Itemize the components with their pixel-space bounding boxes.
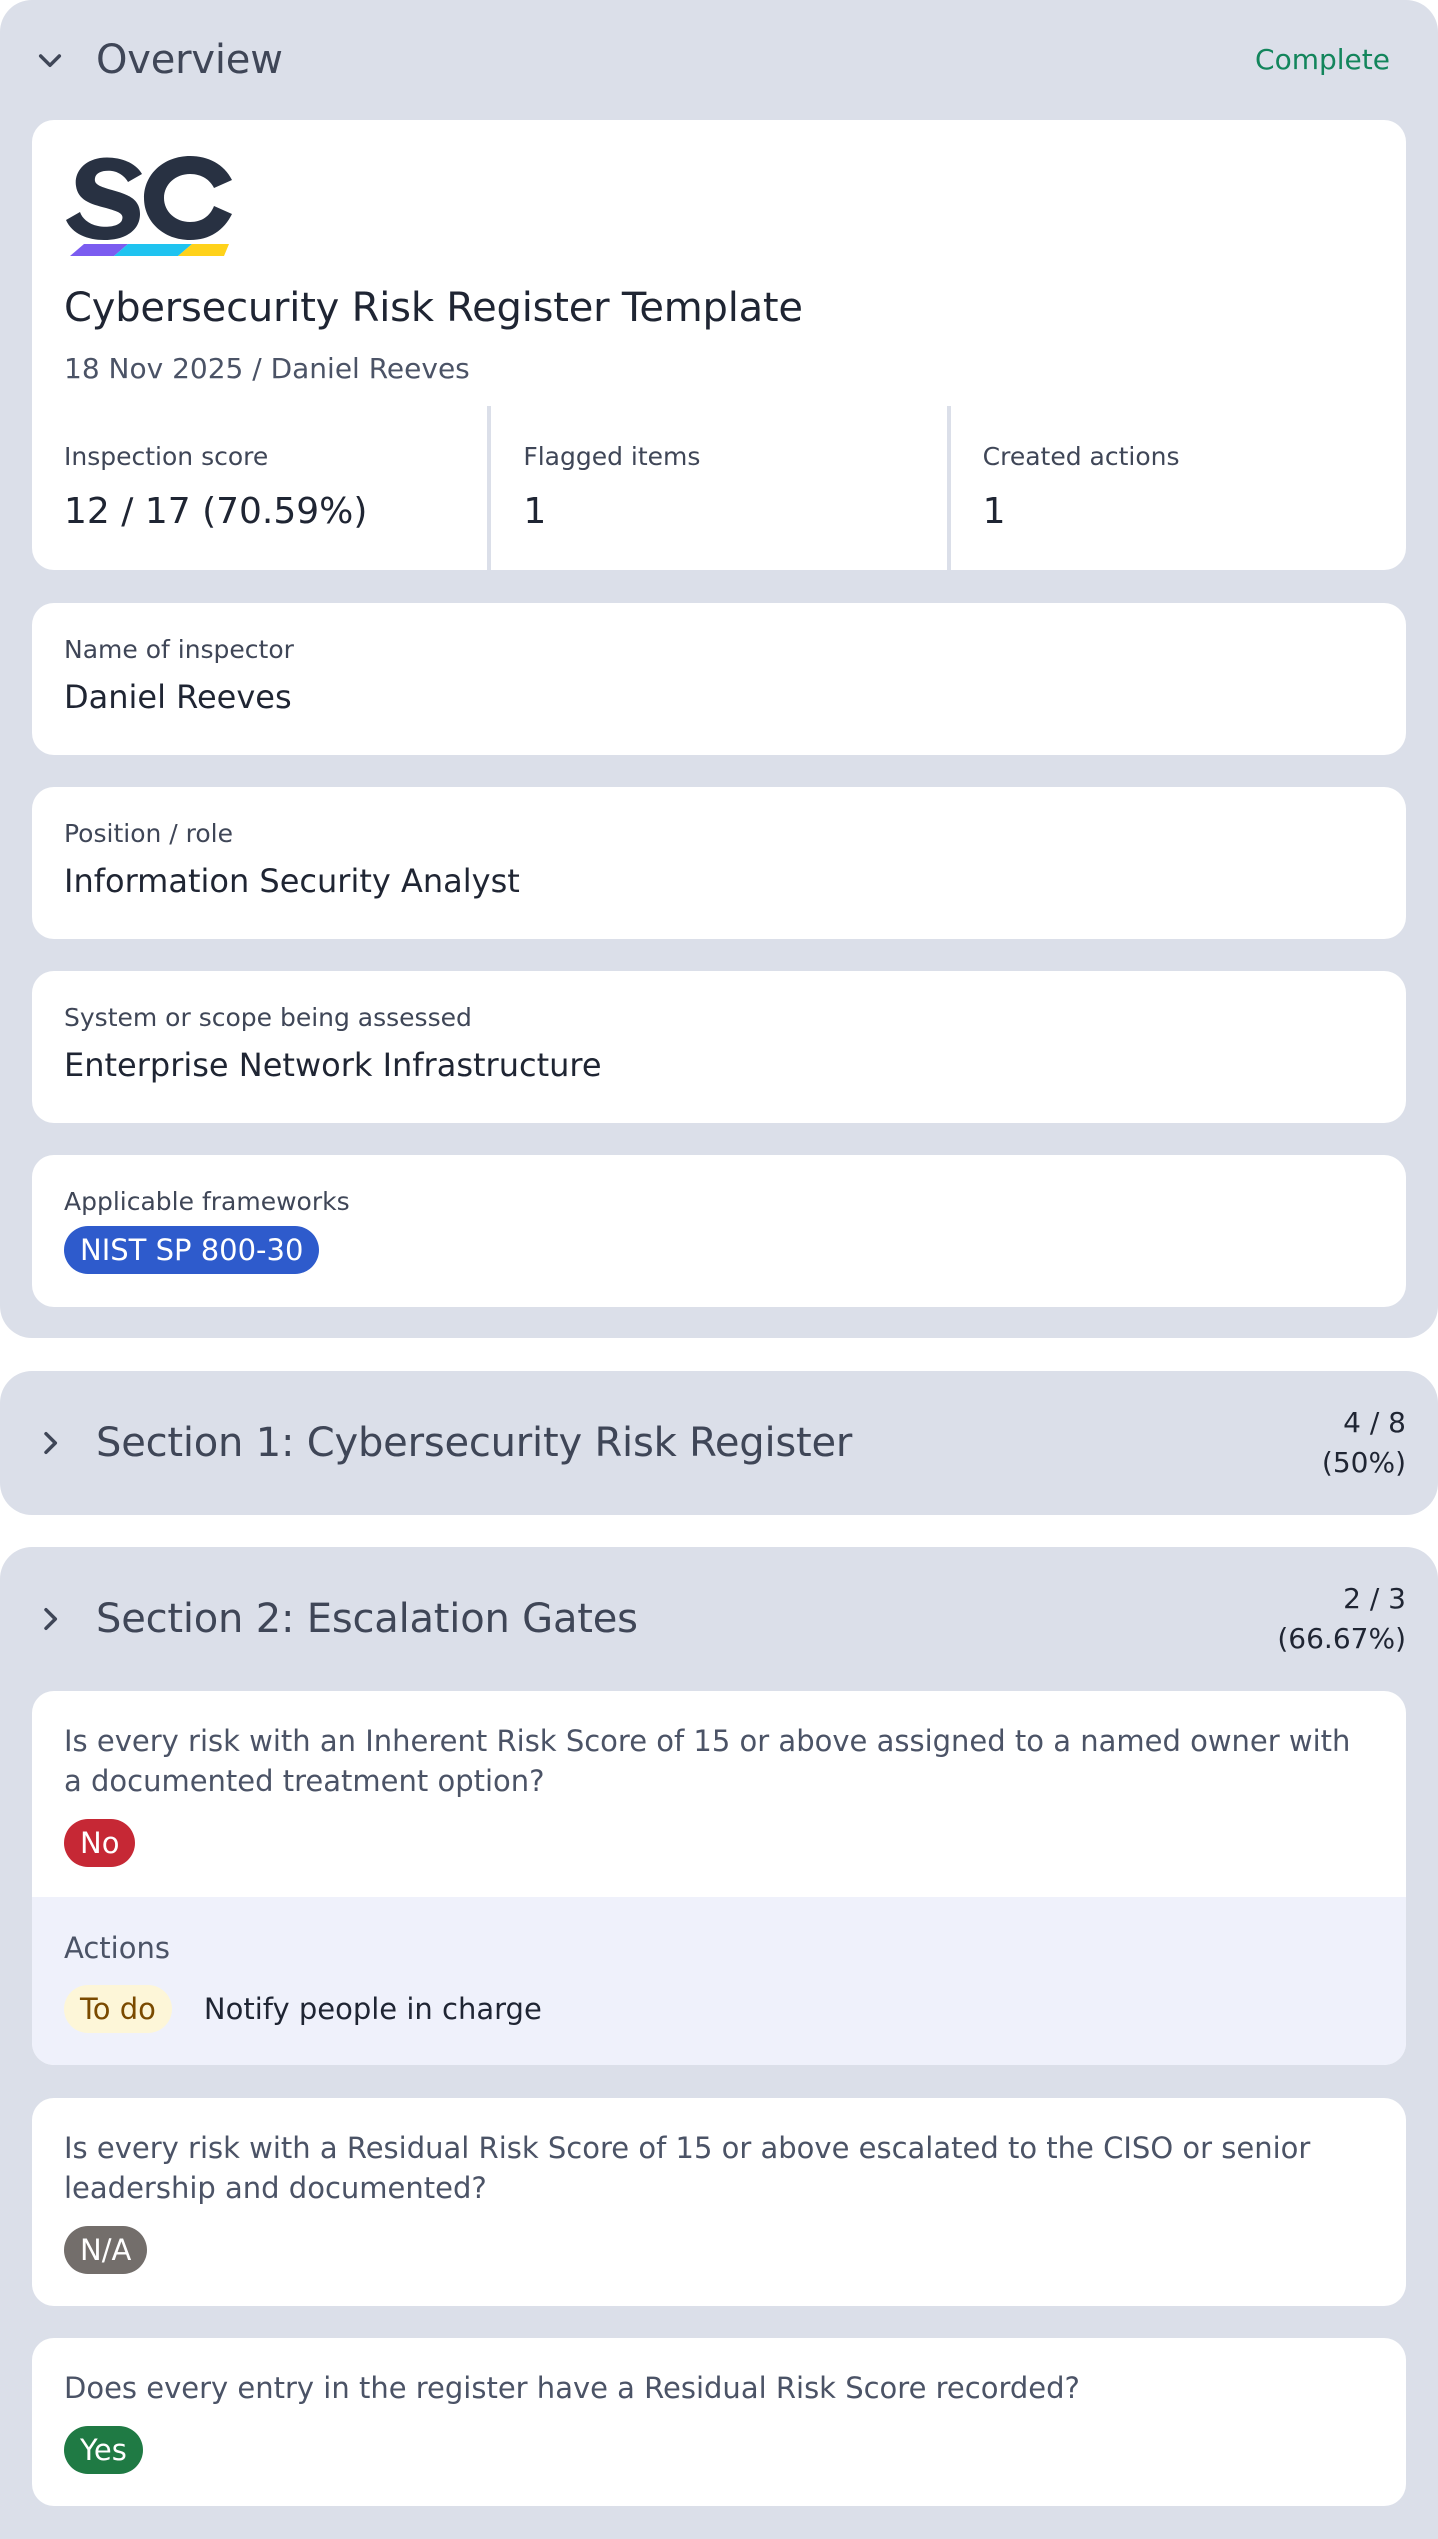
section-1-score: 4 / 8 (50%) bbox=[1322, 1403, 1406, 1483]
section-2-score: 2 / 3 (66.67%) bbox=[1277, 1579, 1406, 1659]
field-value: Information Security Analyst bbox=[64, 862, 520, 900]
answer-badge-na: N/A bbox=[64, 2226, 148, 2274]
chevron-right-icon[interactable] bbox=[32, 1425, 68, 1461]
document-meta: 18 Nov 2025 / Daniel Reeves bbox=[64, 352, 470, 385]
stat-value: 12 / 17 (70.59%) bbox=[64, 491, 368, 532]
score-summary: Inspection score 12 / 17 (70.59%) Flagge… bbox=[32, 406, 1406, 570]
stat-value: 1 bbox=[523, 491, 547, 532]
field-label: Position / role bbox=[64, 819, 234, 848]
section-1-panel[interactable]: Section 1: Cybersecurity Risk Register 4… bbox=[0, 1371, 1438, 1515]
score-percent: (50%) bbox=[1321, 1446, 1406, 1479]
question-text: Is every risk with a Residual Risk Score… bbox=[64, 2131, 1311, 2205]
action-item[interactable]: To do Notify people in charge bbox=[64, 1985, 542, 2033]
question-text: Is every risk with an Inherent Risk Scor… bbox=[64, 1724, 1351, 1798]
status-badge: Complete bbox=[1255, 43, 1390, 76]
question-card: Is every risk with an Inherent Risk Scor… bbox=[32, 1691, 1406, 2065]
answer-badge-yes: Yes bbox=[64, 2426, 143, 2474]
position-role-card: Position / role Information Security Ana… bbox=[32, 787, 1406, 939]
document-title: Cybersecurity Risk Register Template bbox=[64, 285, 803, 331]
frameworks-card: Applicable frameworks NIST SP 800-30 bbox=[32, 1155, 1406, 1307]
field-value: Daniel Reeves bbox=[64, 678, 292, 716]
framework-tag: NIST SP 800-30 bbox=[64, 1226, 320, 1274]
score-percent: (66.67%) bbox=[1277, 1622, 1406, 1655]
field-label: Name of inspector bbox=[64, 635, 294, 664]
field-label: System or scope being assessed bbox=[64, 1003, 472, 1032]
stat-inspection-score: Inspection score 12 / 17 (70.59%) bbox=[32, 406, 488, 570]
overview-header[interactable]: Overview Complete bbox=[32, 30, 1406, 90]
field-label: Applicable frameworks bbox=[64, 1187, 350, 1216]
score-fraction: 2 / 3 bbox=[1343, 1582, 1406, 1615]
action-text: Notify people in charge bbox=[203, 1992, 542, 2026]
actions-area: Actions To do Notify people in charge bbox=[32, 1897, 1406, 2065]
stat-value: 1 bbox=[982, 491, 1006, 532]
report-header-card: Cybersecurity Risk Register Template 18 … bbox=[32, 120, 1406, 406]
section-1-header[interactable]: Section 1: Cybersecurity Risk Register 4… bbox=[32, 1403, 1406, 1483]
section-2-header[interactable]: Section 2: Escalation Gates 2 / 3 (66.67… bbox=[32, 1579, 1406, 1659]
section-2-title: Section 2: Escalation Gates bbox=[96, 1596, 638, 1642]
field-value: Enterprise Network Infrastructure bbox=[64, 1046, 602, 1084]
chevron-right-icon[interactable] bbox=[32, 1601, 68, 1637]
score-fraction: 4 / 8 bbox=[1343, 1406, 1406, 1439]
section-2-panel: Section 2: Escalation Gates 2 / 3 (66.67… bbox=[0, 1547, 1438, 2539]
inspector-name-card: Name of inspector Daniel Reeves bbox=[32, 603, 1406, 755]
answer-badge-no: No bbox=[64, 1819, 136, 1867]
stat-created-actions: Created actions 1 bbox=[950, 406, 1406, 570]
action-status-badge: To do bbox=[64, 1985, 172, 2033]
question-card: Is every risk with a Residual Risk Score… bbox=[32, 2098, 1406, 2306]
chevron-down-icon[interactable] bbox=[32, 42, 68, 78]
stat-label: Created actions bbox=[982, 442, 1180, 471]
sc-logo bbox=[66, 156, 232, 256]
overview-panel: Overview Complete Cybersecurity Risk Reg… bbox=[0, 0, 1438, 1338]
actions-title: Actions bbox=[64, 1931, 170, 1965]
stat-label: Flagged items bbox=[523, 442, 701, 471]
section-1-title: Section 1: Cybersecurity Risk Register bbox=[96, 1420, 853, 1466]
stat-flagged-items: Flagged items 1 bbox=[491, 406, 947, 570]
inspection-report: Overview Complete Cybersecurity Risk Reg… bbox=[0, 0, 1438, 2539]
question-text: Does every entry in the register have a … bbox=[64, 2371, 1080, 2405]
scope-card: System or scope being assessed Enterpris… bbox=[32, 971, 1406, 1123]
overview-title: Overview bbox=[96, 37, 283, 83]
stat-label: Inspection score bbox=[64, 442, 269, 471]
question-card: Does every entry in the register have a … bbox=[32, 2338, 1406, 2506]
